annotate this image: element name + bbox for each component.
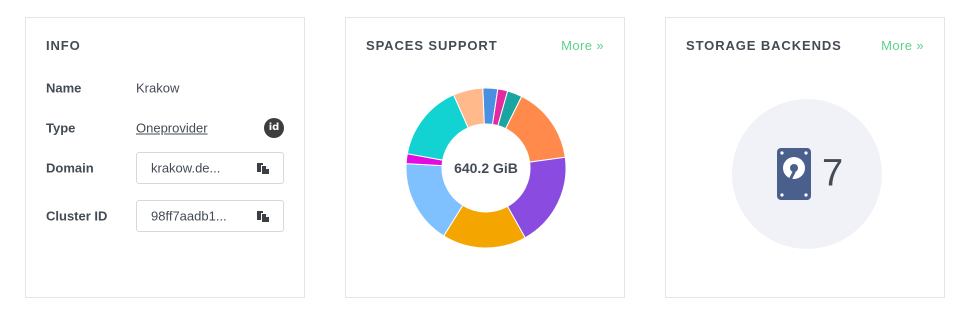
- type-label: Type: [46, 120, 76, 136]
- info-title: INFO: [46, 38, 81, 53]
- name-value: Krakow: [136, 80, 180, 96]
- storage-title: STORAGE BACKENDS: [686, 38, 842, 53]
- spaces-title: SPACES SUPPORT: [366, 38, 498, 53]
- copy-icon[interactable]: [256, 209, 270, 223]
- cluster-row: Cluster ID 98ff7aadb1...: [46, 200, 284, 232]
- storage-more-link[interactable]: More »: [881, 38, 924, 53]
- storage-count: 7: [822, 152, 844, 195]
- domain-value: krakow.de...: [151, 160, 221, 176]
- cluster-field[interactable]: 98ff7aadb1...: [136, 200, 284, 232]
- copy-icon[interactable]: [256, 161, 270, 175]
- name-label: Name: [46, 80, 82, 96]
- spaces-donut-chart[interactable]: 640.2 GiB: [405, 87, 567, 249]
- cluster-value: 98ff7aadb1...: [151, 208, 227, 224]
- storage-backends-card: STORAGE BACKENDS More » 7: [665, 17, 945, 298]
- domain-field[interactable]: krakow.de...: [136, 152, 284, 184]
- spaces-support-card: SPACES SUPPORT More » 640.2 GiB: [345, 17, 625, 298]
- id-badge-icon[interactable]: id: [264, 118, 284, 138]
- info-card: INFO Name Krakow Type Oneprovider id Dom…: [25, 17, 305, 298]
- hard-drive-icon: [777, 148, 811, 200]
- storage-summary[interactable]: 7: [732, 99, 882, 249]
- spaces-more-link[interactable]: More »: [561, 38, 604, 53]
- type-row: Type Oneprovider id: [46, 112, 284, 144]
- domain-label: Domain: [46, 160, 94, 176]
- domain-row: Domain krakow.de...: [46, 152, 284, 184]
- name-row: Name Krakow: [46, 72, 284, 104]
- spaces-total: 640.2 GiB: [454, 160, 518, 176]
- type-link[interactable]: Oneprovider: [136, 121, 208, 136]
- cluster-label: Cluster ID: [46, 208, 108, 224]
